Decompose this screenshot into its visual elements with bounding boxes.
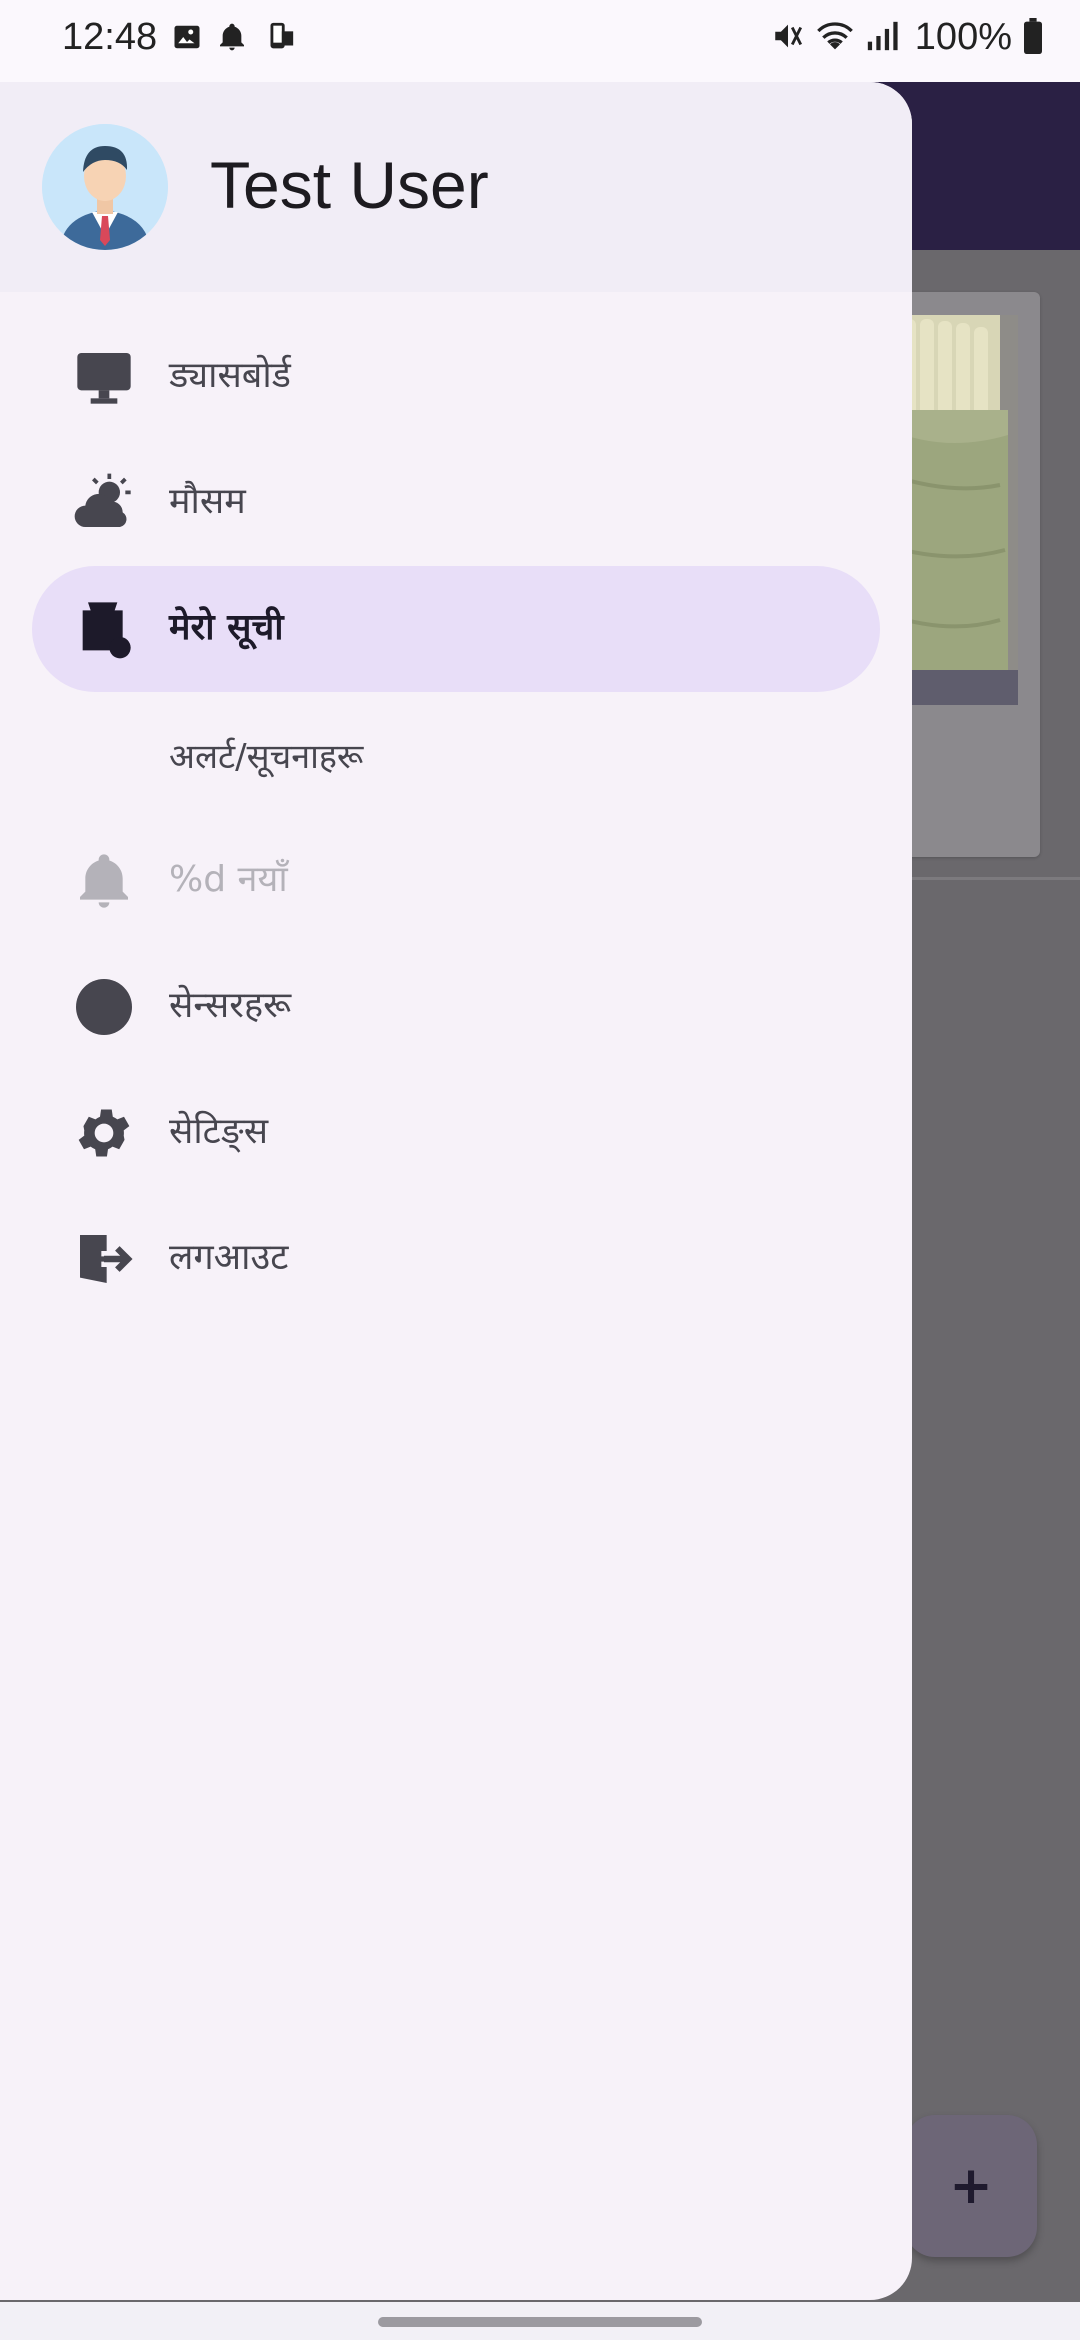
user-name: Test User <box>210 148 489 222</box>
drawer-header: Test User <box>0 82 912 292</box>
weather-icon <box>72 471 136 535</box>
nav-item-dashboard[interactable]: ड्यासबोर्ड <box>32 314 880 440</box>
home-indicator[interactable] <box>378 2317 702 2327</box>
mute-icon <box>771 19 805 57</box>
logout-icon <box>72 1227 136 1291</box>
status-time: 12:48 <box>62 16 158 58</box>
sensor-icon <box>72 975 136 1039</box>
nav-label-settings: सेटिङ्स <box>169 1111 269 1152</box>
battery-icon <box>1022 17 1044 58</box>
navigation-drawer: Test User ड्यासबोर्ड मौसम मेरो सूची अलर्… <box>0 82 912 2300</box>
my-list-icon <box>72 597 136 661</box>
add-fab-button[interactable]: + <box>905 2115 1037 2257</box>
nav-item-logout[interactable]: लगआउट <box>32 1196 880 1322</box>
battery-percent: 100% <box>914 16 1012 58</box>
avatar[interactable] <box>42 124 168 250</box>
screen-cast-icon <box>262 20 296 58</box>
nav-item-sensors[interactable]: सेन्सरहरू <box>32 944 880 1070</box>
bell-icon <box>72 849 136 913</box>
nav-label-dashboard: ड्यासबोर्ड <box>169 355 291 396</box>
nav-label-my-list: मेरो सूची <box>169 607 284 648</box>
nav-label-sensors: सेन्सरहरू <box>169 985 292 1026</box>
nav-item-weather[interactable]: मौसम <box>32 440 880 566</box>
nav-label-new-alerts: %d नयाँ <box>169 859 288 900</box>
nav-item-new-alerts[interactable]: %d नयाँ <box>32 818 880 944</box>
nav-label-weather: मौसम <box>169 481 246 522</box>
nav-label-logout: लगआउट <box>169 1237 289 1278</box>
monitor-icon <box>72 345 136 409</box>
wifi-icon <box>815 19 855 57</box>
gear-icon <box>72 1101 136 1165</box>
plus-icon: + <box>949 2156 993 2216</box>
alerts-subheading: अलर्ट/सूचनाहरू <box>169 737 364 777</box>
nav-item-my-list[interactable]: मेरो सूची <box>32 566 880 692</box>
nav-item-settings[interactable]: सेटिङ्स <box>32 1070 880 1196</box>
signal-icon <box>865 19 899 57</box>
status-bar: 12:48 100% <box>0 0 1080 82</box>
gallery-icon <box>172 22 202 56</box>
bell-icon <box>216 21 248 57</box>
